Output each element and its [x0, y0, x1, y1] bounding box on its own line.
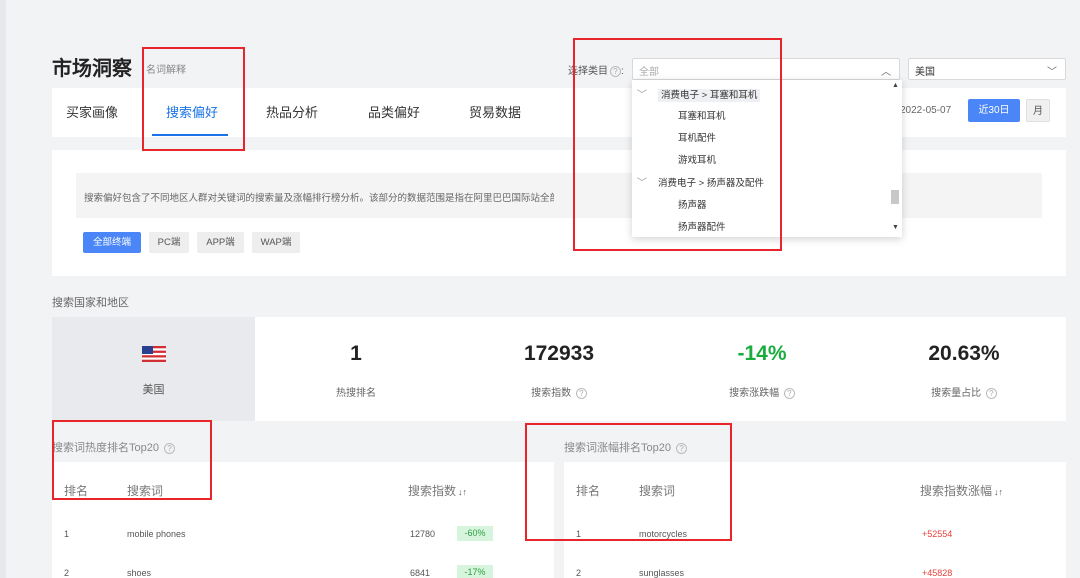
annotation-box [573, 38, 782, 251]
range-30d-button[interactable]: 近30日 [968, 99, 1020, 122]
change-badge: -17% [457, 565, 493, 578]
scroll-down-icon[interactable]: ▼ [892, 224, 899, 231]
tab-buyer-profile[interactable]: 买家画像 [66, 102, 118, 121]
stat-value: 172933 [523, 342, 595, 365]
country-cell[interactable]: 美国 [52, 317, 255, 421]
region-section-label: 搜索国家和地区 [52, 297, 129, 309]
scroll-thumb[interactable] [891, 190, 899, 204]
stat-label-text: 搜索量占比 [931, 388, 982, 399]
chip-wap[interactable]: WAP端 [252, 232, 300, 253]
col-index[interactable]: 搜索指数 ↓↑ [408, 482, 467, 499]
table-row-term[interactable]: sunglasses [639, 568, 684, 578]
stat-label: 搜索量占比 ? [864, 384, 1064, 399]
sort-icon[interactable]: ↓↑ [458, 487, 467, 497]
tab-category-preference[interactable]: 品类偏好 [368, 102, 420, 121]
table-row-term[interactable]: mobile phones [127, 529, 186, 539]
page-title: 市场洞察 [52, 58, 132, 80]
table-row-term[interactable]: shoes [127, 568, 151, 578]
table-row-rank: 2 [64, 568, 70, 578]
chip-pc[interactable]: PC端 [149, 232, 189, 253]
us-flag-icon [142, 346, 166, 362]
chevron-up-icon: ︿ [881, 67, 891, 78]
help-icon[interactable]: ? [783, 387, 795, 399]
table-row-index: 6841 [410, 568, 431, 578]
stat-label-text: 搜索涨跌幅 [729, 388, 780, 399]
table-row-rank: 1 [64, 529, 70, 539]
country-name: 美国 [142, 384, 165, 396]
stat-label: 热搜排名 [336, 388, 376, 399]
scroll-up-icon[interactable]: ▲ [892, 82, 899, 89]
chip-all-terminals[interactable]: 全部终端 [83, 232, 141, 253]
stat-search-change: -14% 搜索涨跌幅 ? [662, 317, 862, 421]
col-growth-text: 搜索指数涨幅 [920, 484, 993, 498]
stat-value: 20.63% [928, 342, 1000, 365]
stat-label-text: 搜索指数 [531, 388, 572, 399]
annotation-box [525, 423, 732, 541]
left-edge [0, 0, 6, 578]
help-icon[interactable]: ? [575, 387, 587, 399]
col-index-text: 搜索指数 [408, 484, 457, 498]
stat-value: 1 [350, 342, 362, 365]
annotation-box [52, 420, 212, 500]
annotation-box [142, 47, 245, 151]
description-text: 搜索偏好包含了不同地区人群对关键词的搜索量及涨幅排行榜分析。该部分的数据范围是指… [84, 193, 554, 204]
table-row-growth: +45828 [922, 568, 953, 578]
stat-search-index: 172933 搜索指数 ? [459, 317, 659, 421]
tab-hot-products[interactable]: 热品分析 [266, 102, 318, 121]
stat-value: -14% [737, 342, 787, 365]
country-select[interactable]: 美国 ﹀ [908, 58, 1066, 80]
table-row-index: 12780 [410, 529, 436, 539]
table-row-growth: +52554 [922, 529, 953, 539]
sort-icon[interactable]: ↓↑ [994, 487, 1003, 497]
stat-label: 搜索涨跌幅 ? [662, 384, 862, 399]
col-growth[interactable]: 搜索指数涨幅 ↓↑ [920, 482, 1003, 499]
stat-label: 搜索指数 ? [459, 384, 659, 399]
date-display: 2022-05-07 [900, 105, 952, 116]
stats-card: 美国 1 热搜排名 172933 搜索指数 ? -14% 搜索涨跌幅 ? 20.… [52, 317, 1066, 421]
stat-search-share: 20.63% 搜索量占比 ? [864, 317, 1064, 421]
description-card: 搜索偏好包含了不同地区人群对关键词的搜索量及涨幅排行榜分析。该部分的数据范围是指… [52, 150, 1066, 276]
change-badge: -60% [457, 526, 493, 541]
table-row-rank: 2 [576, 568, 582, 578]
chevron-down-icon: ﹀ [1047, 67, 1057, 78]
dropdown-scrollbar[interactable]: ▲ ▼ [888, 80, 902, 237]
tab-trade-data[interactable]: 贸易数据 [469, 102, 521, 121]
chip-app[interactable]: APP端 [197, 232, 244, 253]
stat-hot-rank: 1 热搜排名 [256, 317, 456, 421]
country-select-value: 美国 [915, 67, 935, 78]
month-button[interactable]: 月 [1026, 99, 1050, 122]
help-icon[interactable]: ? [985, 387, 997, 399]
